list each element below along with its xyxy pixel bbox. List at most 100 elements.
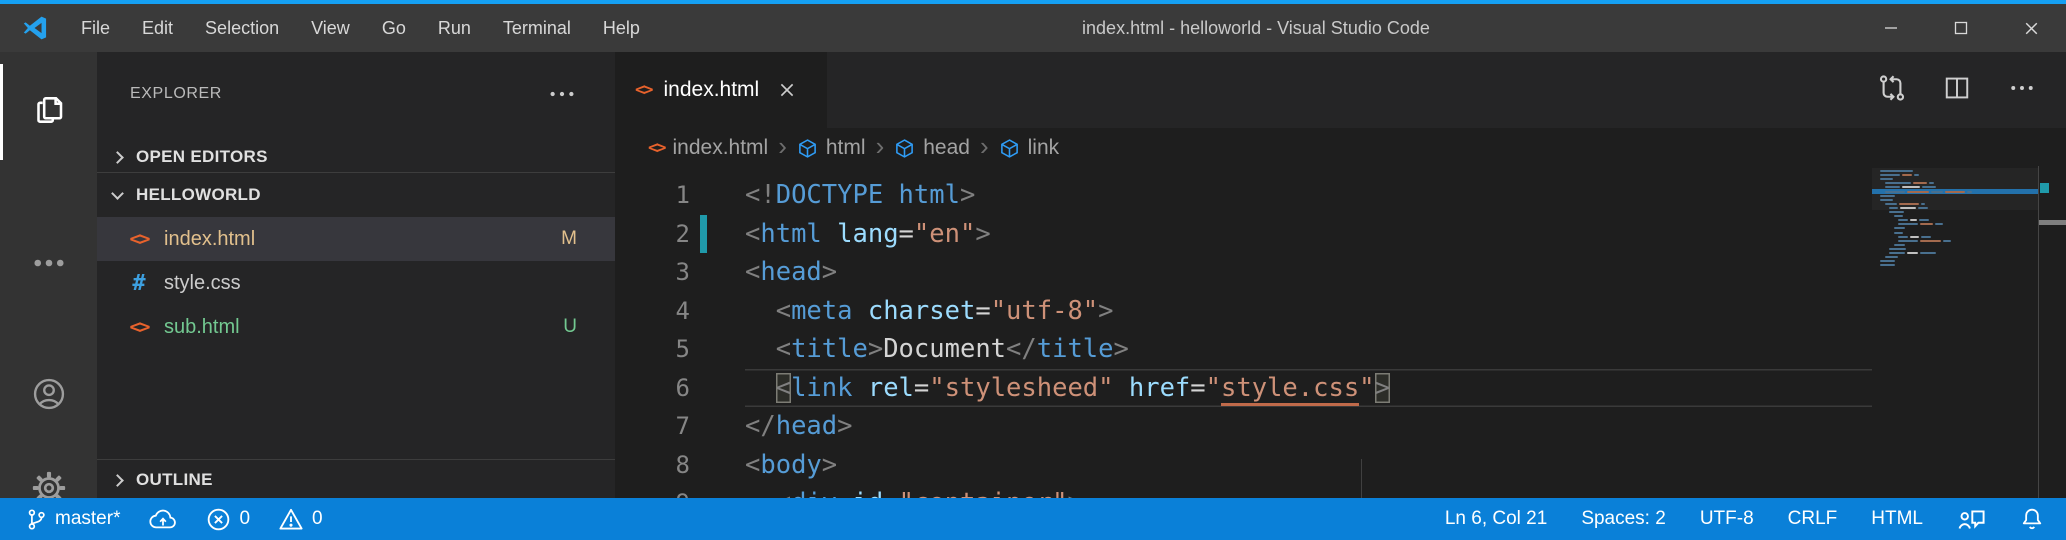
line-number-gutter: 9 — [615, 484, 745, 498]
code-token: rel — [853, 373, 914, 403]
status-warnings[interactable]: 0 — [278, 498, 323, 540]
folder-name-label: HELLOWORLD — [136, 185, 261, 205]
code-line-2[interactable]: 2<html lang="en"> — [615, 215, 1872, 254]
code-token: " — [1359, 373, 1374, 403]
file-row-sub-html[interactable]: <>sub.htmlU — [97, 305, 615, 349]
code-text[interactable]: <meta charset="utf-8"> — [745, 292, 1872, 331]
code-line-5[interactable]: 5 <title>Document</title> — [615, 330, 1872, 369]
code-text[interactable]: <link rel="stylesheed" href="style.css"> — [745, 369, 1872, 408]
open-changes-icon[interactable] — [1878, 74, 1906, 107]
minimize-button[interactable] — [1856, 4, 1926, 52]
explorer-sidebar: EXPLORER OPEN EDITORS HELLOWORLD <>index… — [97, 52, 615, 498]
minimap-line — [1885, 203, 1897, 205]
status-notifications[interactable] — [2020, 498, 2044, 540]
maximize-button[interactable] — [1926, 4, 1996, 52]
code-token: meta — [791, 296, 852, 326]
sidebar-more-actions-icon[interactable] — [547, 84, 577, 109]
status-eol[interactable]: CRLF — [1788, 498, 1838, 540]
minimap-line — [1943, 240, 1951, 242]
code-line-4[interactable]: 4 <meta charset="utf-8"> — [615, 292, 1872, 331]
code-token: title — [1037, 334, 1114, 364]
minimap-line — [1880, 199, 1893, 201]
code-text[interactable]: <html lang="en"> — [745, 215, 1872, 254]
menu-item-run[interactable]: Run — [422, 4, 487, 52]
code-line-7[interactable]: 7</head> — [615, 407, 1872, 446]
menu-item-selection[interactable]: Selection — [189, 4, 295, 52]
code-text[interactable]: <div id="container"> — [745, 484, 1872, 498]
code-token: < — [776, 488, 791, 498]
code-text[interactable]: <head> — [745, 253, 1872, 292]
open-editors-label: OPEN EDITORS — [136, 147, 268, 167]
code-text[interactable]: </head> — [745, 407, 1872, 446]
minimap-line — [1967, 191, 1972, 193]
open-editors-section[interactable]: OPEN EDITORS — [97, 142, 615, 172]
menu-item-file[interactable]: File — [65, 4, 126, 52]
css-file-icon: # — [127, 271, 151, 296]
code-line-6[interactable]: 6 <link rel="stylesheed" href="style.css… — [615, 369, 1872, 408]
account-icon[interactable] — [0, 375, 97, 413]
more-views-icon[interactable] — [0, 248, 97, 278]
file-row-style-css[interactable]: #style.css — [97, 261, 615, 305]
minimap-line — [1935, 223, 1943, 225]
split-editor-icon[interactable] — [1944, 75, 1970, 106]
code-token: < — [776, 296, 791, 326]
code-text[interactable]: <title>Document</title> — [745, 330, 1872, 369]
status-cursor-position[interactable]: Ln 6, Col 21 — [1445, 498, 1547, 540]
code-token: > — [1114, 334, 1129, 364]
outline-label: OUTLINE — [136, 470, 213, 490]
chevron-right-icon — [111, 474, 124, 487]
code-line-1[interactable]: 1<!DOCTYPE html> — [615, 176, 1872, 215]
tab-index-html[interactable]: <> index.html — [615, 52, 827, 128]
tab-close-icon[interactable] — [777, 80, 797, 100]
status-errors[interactable]: 0 — [206, 498, 250, 540]
line-number-gutter: 5 — [615, 330, 745, 369]
menu-item-help[interactable]: Help — [587, 4, 656, 52]
menu-item-edit[interactable]: Edit — [126, 4, 189, 52]
line-number-gutter: 8 — [615, 446, 745, 485]
code-token: " — [1206, 373, 1221, 403]
minimap[interactable] — [1872, 168, 2038, 498]
explorer-icon[interactable] — [0, 92, 97, 128]
status-language-mode[interactable]: HTML — [1871, 498, 1923, 540]
breadcrumb-head[interactable]: head — [894, 136, 970, 160]
outline-section[interactable]: OUTLINE — [97, 460, 615, 500]
menu-item-terminal[interactable]: Terminal — [487, 4, 587, 52]
breadcrumb-html[interactable]: html — [797, 136, 866, 160]
code-editor[interactable]: 1<!DOCTYPE html>2<html lang="en">3<head>… — [615, 168, 1872, 498]
breadcrumb-label: head — [923, 136, 970, 160]
code-token: head — [776, 411, 837, 441]
activity-bar — [0, 52, 97, 498]
code-token — [883, 180, 898, 210]
file-row-index-html[interactable]: <>index.htmlM — [97, 217, 615, 261]
code-text[interactable]: <body> — [745, 446, 1872, 485]
code-line-9[interactable]: 9 <div id="container"> — [615, 484, 1872, 498]
status-git-branch[interactable]: master* — [26, 498, 120, 540]
status-indentation[interactable]: Spaces: 2 — [1581, 498, 1666, 540]
code-token: style.css — [1221, 373, 1359, 406]
menubar: FileEditSelectionViewGoRunTerminalHelp — [65, 4, 656, 52]
code-text[interactable]: <!DOCTYPE html> — [745, 176, 1872, 215]
vscode-window: FileEditSelectionViewGoRunTerminalHelp i… — [0, 0, 2066, 540]
more-actions-icon[interactable] — [2008, 78, 2036, 103]
code-line-8[interactable]: 8<body> — [615, 446, 1872, 485]
close-button[interactable] — [1996, 4, 2066, 52]
menu-item-view[interactable]: View — [295, 4, 366, 52]
menu-item-go[interactable]: Go — [366, 4, 422, 52]
branch-icon — [26, 507, 47, 532]
folder-section-header[interactable]: HELLOWORLD — [97, 173, 615, 217]
status-feedback[interactable] — [1957, 498, 1986, 540]
breadcrumb-index-html[interactable]: <>index.html — [648, 136, 768, 160]
status-bar-left: master* 00 — [26, 498, 323, 540]
minimap-line — [1907, 191, 1929, 193]
symbol-cube-icon — [894, 138, 915, 159]
status-encoding[interactable]: UTF-8 — [1700, 498, 1754, 540]
breadcrumb-link[interactable]: link — [999, 136, 1060, 160]
overview-ruler[interactable] — [2038, 166, 2066, 498]
code-line-3[interactable]: 3<head> — [615, 253, 1872, 292]
indent-guide — [1361, 459, 1362, 498]
status-sync[interactable] — [148, 498, 178, 540]
minimap-line — [1931, 191, 1943, 193]
minimap-line — [1880, 170, 1913, 172]
code-token: "container" — [899, 488, 1068, 498]
code-token: > — [822, 450, 837, 480]
